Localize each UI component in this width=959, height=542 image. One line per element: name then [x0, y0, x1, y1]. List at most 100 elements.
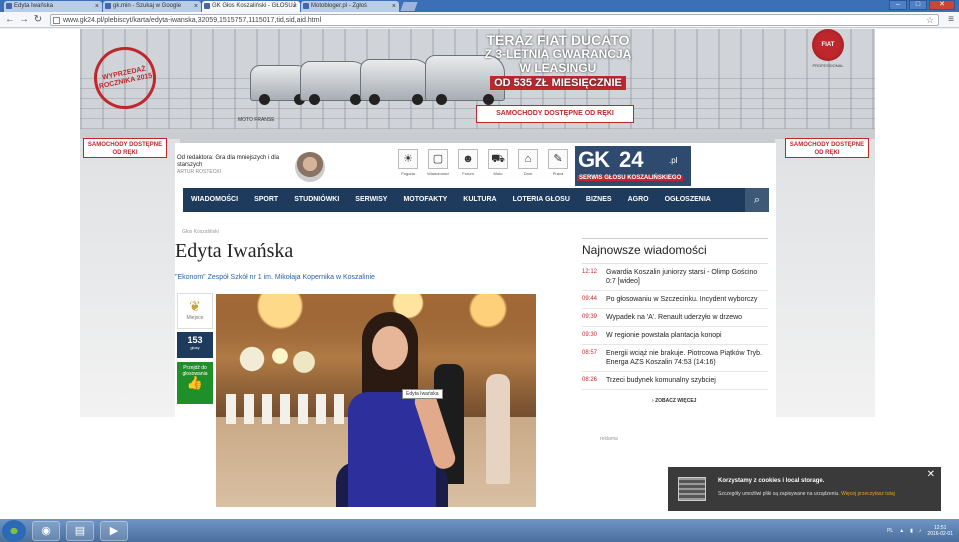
ad-headline-2: Z 3-LETNIĄ GWARANCJĄ [484, 47, 632, 61]
folder-icon[interactable]: ▤ [66, 520, 94, 541]
service-wiadomosci[interactable]: ▢ Wiadomości [423, 149, 453, 176]
news-title[interactable]: Trzeci budynek komunalny szybciej [606, 376, 716, 385]
menu-icon[interactable]: ≡ [945, 14, 957, 26]
editor-promo[interactable]: Od redaktora: Gra dla mniejszych i dla s… [177, 155, 285, 176]
photo-guest [486, 374, 510, 484]
page-icon [53, 16, 60, 24]
menu-item-motofakty[interactable]: MOTOFAKTY [395, 188, 455, 212]
news-time: 08:57 [582, 350, 598, 356]
contestant-photo[interactable]: Edyta Iwańska [216, 294, 536, 507]
ad-side-button-right[interactable]: SAMOCHODY DOSTĘPNE OD RĘKI [785, 138, 869, 158]
news-item[interactable]: 08:57 Energii wciąż nie brakuje. Piotrcow… [582, 345, 768, 372]
clock[interactable]: 12:51 2016-02-01 [927, 525, 953, 537]
service-dom[interactable]: ⌂ Dom [513, 149, 543, 176]
maximize-icon[interactable]: □ [909, 0, 927, 10]
close-window-icon[interactable]: ✕ [929, 0, 955, 10]
browser-tab-bar: Edyta Iwańska × gk.min - Szukaj w Google ×… [0, 0, 959, 12]
photo-tag[interactable]: Edyta Iwańska [402, 389, 443, 399]
tab-label: Edyta Iwańska [14, 3, 54, 9]
news-item[interactable]: 09:39 Wypadek na 'A'. Renault uderzyło w … [582, 309, 768, 327]
url-text: www.gk24.pl/plebiscyt/karta/edyta-iwansk… [63, 16, 322, 24]
close-tab-icon[interactable]: × [392, 1, 396, 12]
news-title[interactable]: W regionie powstała plantacja konopi [606, 331, 722, 340]
breadcrumb[interactable]: Głos Koszaliński [182, 229, 219, 235]
school-link[interactable]: "Ekonom" Zespół Szkół nr 1 im. Mikołaja … [175, 274, 375, 281]
volume-icon[interactable]: ♪ [919, 528, 922, 534]
start-button[interactable] [2, 519, 26, 542]
menu-item-biznes[interactable]: BIZNES [578, 188, 620, 212]
ad-cta-button[interactable]: SAMOCHODY DOSTĘPNE OD RĘKI [476, 105, 634, 123]
photo-contestant [328, 312, 458, 507]
new-tab-button[interactable] [400, 2, 418, 11]
menu-item-serwisy[interactable]: SERWISY [347, 188, 395, 212]
photo-face [372, 326, 408, 370]
menu-item-kultura[interactable]: KULTURA [455, 188, 504, 212]
votes-count: 153 [187, 335, 203, 345]
menu-item-wiadomosci[interactable]: WIADOMOŚCI [183, 188, 246, 212]
news-time: 12:12 [582, 269, 598, 275]
reload-icon[interactable]: ↻ [32, 14, 44, 26]
back-icon[interactable]: ← [4, 14, 16, 26]
news-time: 09:30 [582, 332, 598, 338]
menu-item-agro[interactable]: AGRO [620, 188, 657, 212]
media-player-icon[interactable]: ▶ [100, 520, 128, 541]
ad-side-left [80, 139, 180, 417]
service-label: Dom [523, 171, 533, 176]
news-title[interactable]: Gwardia Koszalin juniorzy starsi - Olimp… [606, 268, 768, 286]
photo-balloons [236, 344, 316, 374]
service-pogoda[interactable]: ☀ Pogoda [393, 149, 423, 176]
chrome-icon[interactable]: ◉ [32, 520, 60, 541]
moto-icon: ⛟ [488, 149, 508, 169]
menu-item-studniowki[interactable]: STUDNIÓWKI [286, 188, 347, 212]
service-label: Praca [552, 171, 564, 176]
service-moto[interactable]: ⛟ Moto [483, 149, 513, 176]
logo-number: 24 [619, 147, 644, 172]
bookmark-star-icon[interactable]: ☆ [926, 15, 934, 26]
close-icon[interactable]: ✕ [927, 469, 935, 480]
browser-tab[interactable]: Edyta Iwańska × [4, 1, 102, 12]
news-item[interactable]: 08:26 Trzeci budynek komunalny szybciej [582, 372, 768, 390]
service-forum[interactable]: ☻ Forum [453, 149, 483, 176]
school-line[interactable]: "Ekonom" Zespół Szkół nr 1 im. Mikołaja … [175, 274, 375, 281]
logo-domain: .pl [669, 156, 678, 165]
news-title[interactable]: Energii wciąż nie brakuje. Piotrcowa Pią… [606, 349, 768, 367]
logo-gk: GK [578, 147, 610, 172]
ad-headline-1: TERAZ FIAT DUCATO [486, 32, 630, 48]
service-praca[interactable]: ✎ Praca [543, 149, 573, 176]
news-title[interactable]: Wypadek na 'A'. Renault uderzyło w drzew… [606, 313, 742, 322]
ad-label: reklama [600, 436, 618, 442]
cookie-more-link[interactable]: Więcej przeczytasz tutaj [841, 491, 895, 497]
news-item[interactable]: 12:12 Gwardia Koszalin juniorzy starsi - … [582, 264, 768, 291]
close-tab-icon[interactable]: × [95, 1, 99, 12]
news-item[interactable]: 09:44 Po głosowaniu w Szczecinku. Incyden… [582, 291, 768, 309]
browser-tab-active[interactable]: GK Głos Koszaliński - GŁOSUJ × [202, 1, 300, 12]
cookie-icon [678, 477, 706, 501]
menu-item-loteria[interactable]: LOTERIA GŁOSU [505, 188, 578, 212]
moto-favicon-icon [303, 3, 309, 9]
see-more-link[interactable]: › ZOBACZ WIĘCEJ [582, 398, 768, 404]
ad-headline: TERAZ FIAT DUCATO Z 3-LETNIĄ GWARANCJĄ W… [478, 33, 638, 90]
browser-tab[interactable]: Motobloger.pl - Zgłoś × [301, 1, 399, 12]
tray-arrow-icon[interactable]: ▲ [899, 528, 904, 534]
menu-item-ogloszenia[interactable]: OGŁOSZENIA [657, 188, 719, 212]
tab-label: Motobloger.pl - Zgłoś [311, 3, 368, 9]
language-indicator[interactable]: PL [887, 528, 893, 534]
search-icon[interactable]: ⌕ [745, 188, 769, 212]
site-header: Od redaktora: Gra dla mniejszych i dla s… [175, 143, 776, 186]
vote-button[interactable]: Przejdź do głosowania 👍 [177, 362, 213, 404]
network-icon[interactable]: ▮ [910, 528, 913, 534]
avatar[interactable] [295, 152, 325, 182]
forward-icon[interactable]: → [18, 14, 30, 26]
minimize-icon[interactable]: – [889, 0, 907, 10]
close-tab-icon[interactable]: × [293, 1, 297, 12]
menu-item-sport[interactable]: SPORT [246, 188, 286, 212]
news-time: 08:26 [582, 377, 598, 383]
news-title[interactable]: Po głosowaniu w Szczecinku. Incydent wyb… [606, 295, 757, 304]
praca-icon: ✎ [548, 149, 568, 169]
news-item[interactable]: 09:30 W regionie powstała plantacja konop… [582, 327, 768, 345]
browser-tab[interactable]: gk.min - Szukaj w Google × [103, 1, 201, 12]
close-tab-icon[interactable]: × [194, 1, 198, 12]
site-logo[interactable]: GK 24 .pl SERWIS GŁOSU KOSZALIŃSKIEGO [575, 146, 691, 186]
ad-side-button-left[interactable]: SAMOCHODY DOSTĘPNE OD RĘKI [83, 138, 167, 158]
address-bar[interactable]: www.gk24.pl/plebiscyt/karta/edyta-iwansk… [50, 13, 939, 26]
